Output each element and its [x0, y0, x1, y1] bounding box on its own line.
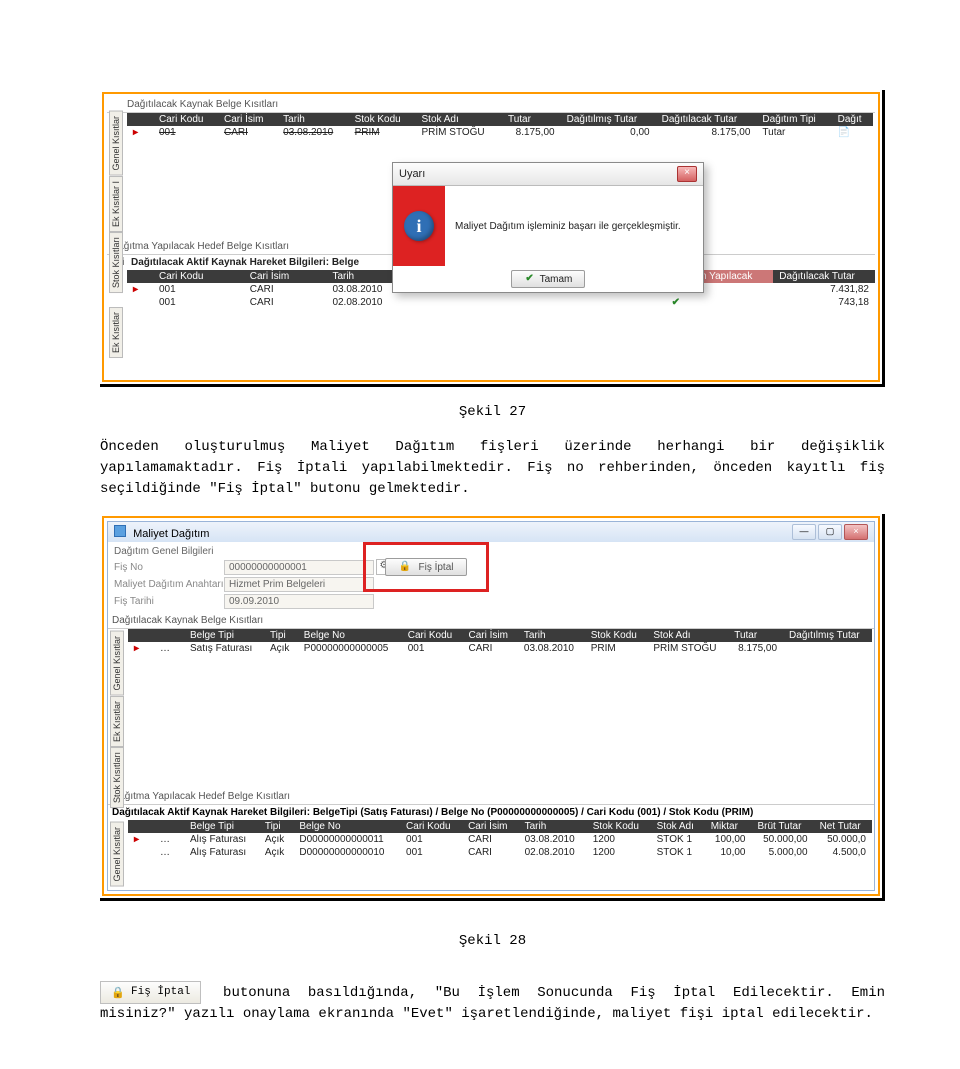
- header-row: Cari KoduCari İsimTarih Stok KoduStok Ad…: [127, 113, 873, 126]
- table-row[interactable]: ▸ … Satış Faturası Açık P00000000000005 …: [128, 642, 872, 655]
- anahtar-field[interactable]: Hizmet Prim Belgeleri: [224, 577, 374, 592]
- table-row[interactable]: ✔ 743,18: [666, 296, 875, 309]
- dialog-ok-button[interactable]: ✔ Tamam: [511, 270, 586, 288]
- dialog-close-button[interactable]: ×: [677, 166, 697, 182]
- figure-28: Maliyet Dağıtım — ▢ × Dağıtım Genel Bilg…: [100, 514, 885, 901]
- alert-dialog: Uyarı × i Maliyet Dağıtım işleminiz başa…: [392, 162, 704, 293]
- check-icon: ✔: [524, 273, 536, 285]
- row-indicator-icon: ▸: [127, 283, 153, 296]
- side-tab-genel[interactable]: Genel Kısıtlar: [109, 111, 123, 176]
- table-row[interactable]: ▸ 001 CARI 03.08.2010: [127, 283, 426, 296]
- top-grid2: Belge TipiTipi Belge NoCari Kodu Cari İs…: [128, 629, 872, 655]
- table-row[interactable]: 001 CARI 02.08.2010: [127, 296, 426, 309]
- close-button[interactable]: ×: [844, 524, 868, 540]
- paragraph-1: Önceden oluşturulmuş Maliyet Dağıtım fiş…: [100, 437, 885, 500]
- row-indicator-icon: ▸: [128, 642, 154, 655]
- maximize-button[interactable]: ▢: [818, 524, 842, 540]
- row-lookup-button[interactable]: …: [154, 833, 184, 846]
- side-tab-stok[interactable]: Stok Kısıtları: [109, 232, 123, 293]
- side-tab-bottom-ek[interactable]: Ek Kısıtlar: [109, 307, 123, 358]
- dialog-icon-pane: i: [393, 186, 445, 266]
- app-window: Maliyet Dağıtım — ▢ × Dağıtım Genel Bilg…: [107, 521, 875, 891]
- minimize-button[interactable]: —: [792, 524, 816, 540]
- top-grid: Cari KoduCari İsimTarih Stok KoduStok Ad…: [127, 113, 873, 139]
- figure-27: Dağıtılacak Kaynak Belge Kısıtları Genel…: [100, 90, 885, 387]
- fisno-field[interactable]: 00000000000001: [224, 560, 374, 575]
- top-section-title: Dağıtılacak Kaynak Belge Kısıtları: [107, 97, 875, 113]
- side-tab-genel2[interactable]: Genel Kısıtlar: [110, 631, 124, 696]
- fis-iptal-button[interactable]: 🔒 Fiş İptal: [385, 558, 466, 576]
- lock-icon: 🔒: [398, 561, 410, 573]
- row-lookup-button[interactable]: …: [154, 846, 184, 859]
- row-indicator-icon: ▸: [127, 126, 153, 139]
- side-tab-genel3[interactable]: Genel Kısıtlar: [110, 822, 124, 887]
- dialog-message: Maliyet Dağıtım işleminiz başarı ile ger…: [445, 186, 703, 266]
- figure-28-caption: Şekil 28: [100, 931, 885, 952]
- bot-grid2: Belge TipiTipi Belge NoCari Kodu Cari İs…: [128, 820, 872, 859]
- paragraph-2: 🔒 Fiş İptal butonuna basıldığında, "Bu İ…: [100, 981, 885, 1025]
- bottom-grid-left: Cari Kodu Cari İsim Tarih ▸ 001 CARI 03.…: [127, 270, 426, 309]
- table-row[interactable]: ▸ 001 CARI 03.08.2010 PRIM PRİM STOĞU 8.…: [127, 126, 873, 139]
- side-tab-ek[interactable]: Ek Kısıtlar I: [109, 176, 123, 232]
- sec-top-title: Dağıtılacak Kaynak Belge Kısıtları: [108, 613, 874, 629]
- fis-iptal-inline-button[interactable]: 🔒 Fiş İptal: [100, 981, 201, 1004]
- lock-icon: 🔒: [111, 986, 123, 998]
- form-group-title: Dağıtım Genel Bilgileri: [114, 546, 868, 557]
- table-row[interactable]: … Alış Faturası Açık D00000000000010 001…: [128, 846, 872, 859]
- sec-bot-bold: Dağıtılacak Aktif Kaynak Hareket Bilgile…: [108, 805, 874, 820]
- side-tab-ek2[interactable]: Ek Kısıtlar: [110, 696, 124, 747]
- fis-iptal-highlight: 🔒 Fiş İptal: [363, 542, 489, 592]
- tarih-field[interactable]: 09.09.2010: [224, 594, 374, 609]
- dagit-icon[interactable]: 📄: [832, 126, 873, 139]
- sec-bot-title: Dağıtma Yapılacak Hedef Belge Kısıtları: [108, 789, 874, 805]
- bottom-bold-title: Dağıtılacak Aktif Kaynak Hareket Bilgile…: [131, 257, 359, 268]
- figure-27-caption: Şekil 27: [100, 402, 885, 423]
- check-icon: ✔: [666, 296, 774, 309]
- app-icon: [114, 525, 126, 537]
- tarih-label: Fiş Tarihi: [114, 596, 224, 607]
- row-indicator-icon: ▸: [128, 833, 154, 846]
- table-row[interactable]: ▸ … Alış Faturası Açık D00000000000011 0…: [128, 833, 872, 846]
- fisno-label: Fiş No: [114, 562, 224, 573]
- row-lookup-button[interactable]: …: [154, 642, 184, 655]
- info-icon: i: [404, 211, 434, 241]
- window-title: Maliyet Dağıtım: [133, 528, 209, 540]
- side-tab-stok2[interactable]: Stok Kısıtları: [110, 747, 124, 808]
- figure-27-inner: Dağıtılacak Kaynak Belge Kısıtları Genel…: [102, 92, 880, 382]
- anahtar-label: Maliyet Dağıtım Anahtarı: [114, 579, 224, 590]
- dialog-title: Uyarı: [399, 168, 425, 180]
